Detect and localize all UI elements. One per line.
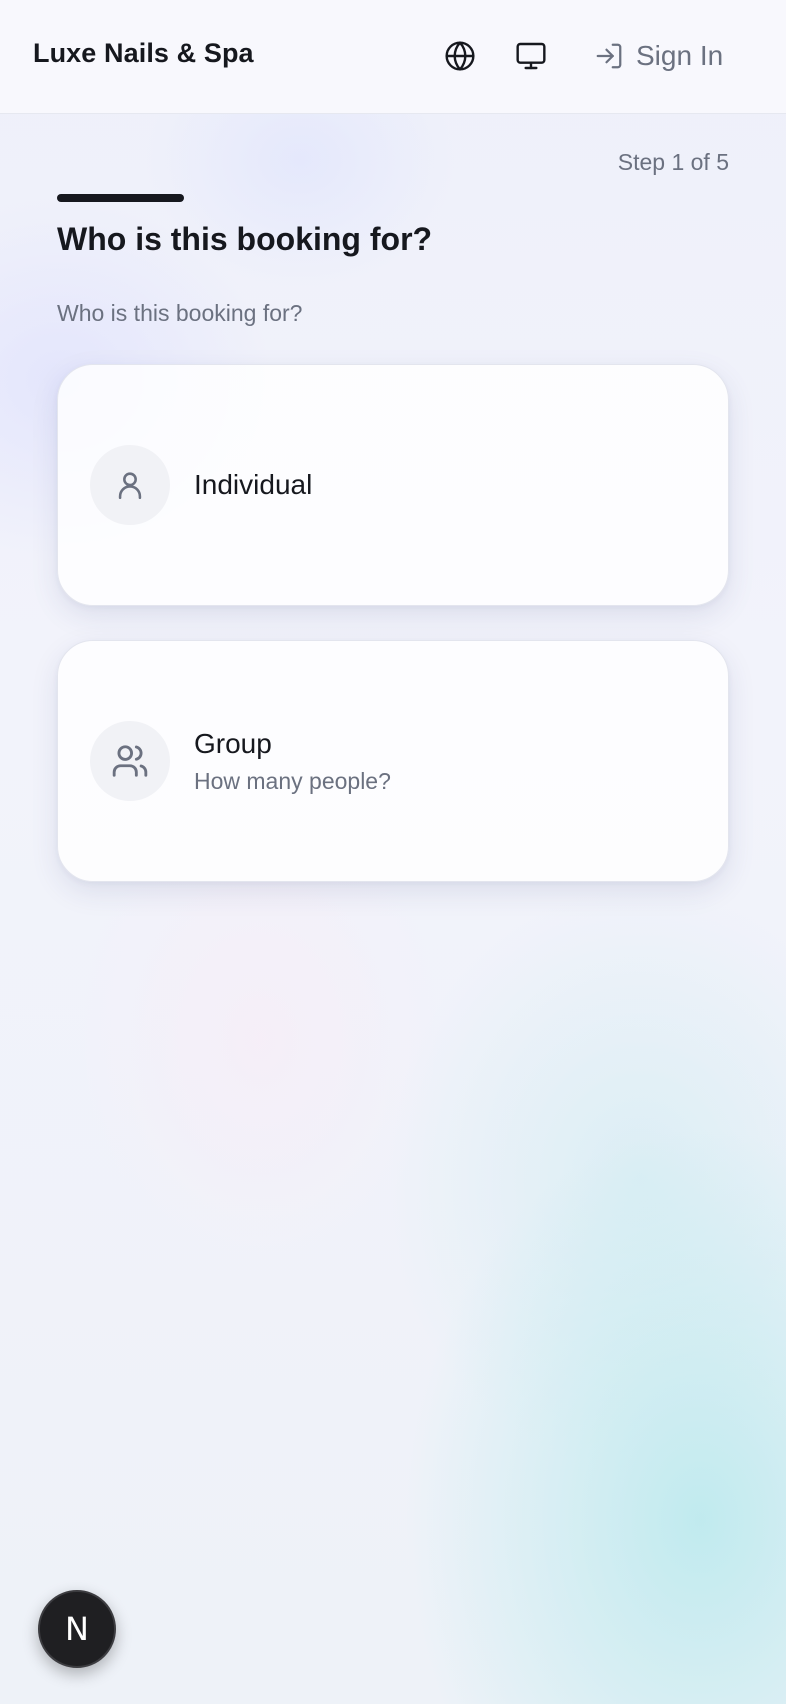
progress-bar-fill <box>57 194 184 202</box>
option-individual-card[interactable]: Individual <box>57 364 729 606</box>
option-group-card[interactable]: Group How many people? <box>57 640 729 882</box>
option-text: Individual <box>194 365 312 605</box>
sign-in-label: Sign In <box>636 40 724 71</box>
brand-name[interactable]: Luxe Nails & Spa <box>33 38 254 69</box>
option-group-sublabel: How many people? <box>194 767 391 794</box>
display-mode-button[interactable] <box>513 38 549 74</box>
option-individual-label: Individual <box>194 469 313 500</box>
option-group-label: Group <box>194 727 272 759</box>
top-header: Luxe Nails & Spa Sign In <box>0 0 786 114</box>
language-button[interactable] <box>442 38 478 74</box>
sign-in-button[interactable]: Sign In <box>594 36 723 76</box>
page-title: Who is this booking for? <box>57 221 433 257</box>
users-icon <box>112 745 148 777</box>
option-icon-badge <box>90 445 170 525</box>
monitor-icon <box>516 42 546 70</box>
globe-icon <box>445 41 475 71</box>
fab-letter: N <box>65 1610 89 1648</box>
option-icon-badge <box>90 721 170 801</box>
user-icon <box>118 472 142 500</box>
page-subtitle: Who is this booking for? <box>57 300 303 326</box>
option-text: Group How many people? <box>194 641 391 881</box>
progress-bar <box>57 194 729 202</box>
nextjs-dev-tools-button[interactable]: N <box>38 1590 116 1668</box>
log-in-icon <box>596 43 622 69</box>
step-indicator: Step 1 of 5 <box>617 149 729 175</box>
